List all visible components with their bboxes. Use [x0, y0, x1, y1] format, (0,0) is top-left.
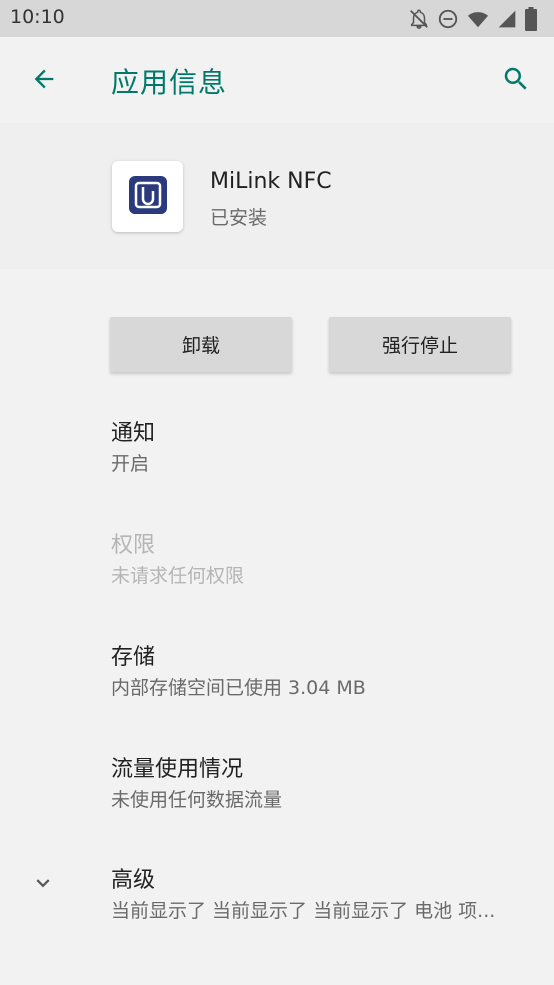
search-button[interactable] — [494, 59, 538, 103]
pref-title: 流量使用情况 — [111, 757, 244, 782]
page-title: 应用信息 — [111, 66, 228, 99]
pref-data-usage[interactable]: 流量使用情况 未使用任何数据流量 — [0, 751, 554, 847]
app-bar: 应用信息 — [0, 37, 554, 123]
pref-notifications[interactable]: 通知 开启 — [0, 415, 554, 511]
app-header: MiLink NFC 已安装 — [0, 123, 554, 269]
pref-permissions[interactable]: 权限 未请求任何权限 — [0, 527, 554, 623]
app-install-status: 已安装 — [210, 207, 268, 229]
pref-summary: 内部存储空间已使用 3.04 MB — [111, 677, 366, 699]
pref-advanced[interactable]: 高级 当前显示了 当前显示了 当前显示了 电池 项... — [0, 862, 554, 958]
pref-title: 通知 — [111, 421, 156, 446]
pref-title: 权限 — [111, 533, 156, 558]
status-time: 10:10 — [10, 6, 65, 28]
status-bar: 10:10 — [0, 0, 554, 37]
cell-signal-icon — [497, 9, 517, 29]
wifi-icon — [466, 8, 490, 30]
search-icon — [501, 64, 531, 98]
back-button[interactable] — [22, 59, 66, 103]
app-icon — [112, 161, 183, 232]
do-not-disturb-icon — [437, 8, 459, 30]
pref-title: 高级 — [111, 868, 156, 893]
force-stop-button[interactable]: 强行停止 — [329, 317, 511, 372]
pref-summary: 当前显示了 当前显示了 当前显示了 电池 项... — [111, 900, 496, 922]
battery-icon — [524, 7, 538, 31]
pref-title: 存储 — [111, 645, 156, 670]
pref-summary: 未使用任何数据流量 — [111, 789, 283, 811]
pref-storage[interactable]: 存储 内部存储空间已使用 3.04 MB — [0, 639, 554, 735]
chevron-down-icon — [28, 868, 58, 898]
arrow-back-icon — [30, 65, 58, 97]
milink-nfc-app-icon — [128, 175, 168, 219]
pref-summary: 开启 — [111, 453, 150, 475]
uninstall-button[interactable]: 卸载 — [110, 317, 292, 372]
pref-summary: 未请求任何权限 — [111, 565, 245, 587]
status-icons — [408, 6, 538, 32]
notifications-off-icon — [408, 8, 430, 30]
app-name: MiLink NFC — [210, 169, 332, 194]
